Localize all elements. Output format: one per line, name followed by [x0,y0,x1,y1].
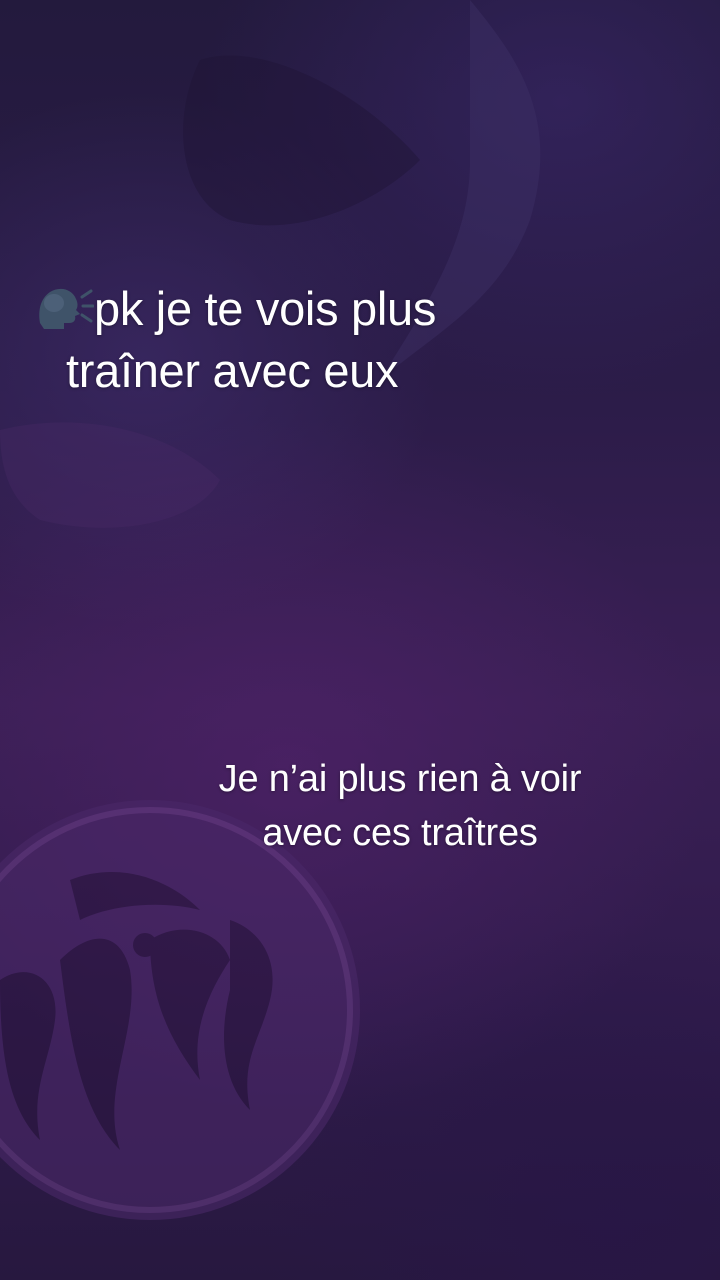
question-line-1: pk je te vois plus [94,282,437,335]
background-artwork [0,0,541,1220]
video-frame: pk je te vois plus traîner avec eux Je n… [0,0,720,1280]
speaking-head-icon [39,288,94,329]
answer-caption: Je n’ai plus rien à voir avec ces traîtr… [150,752,650,860]
answer-line-2: avec ces traîtres [262,812,538,854]
emblem-medallion [0,800,360,1220]
question-line-2: traîner avec eux [66,344,399,397]
figure-shadow [183,55,420,226]
answer-line-1: Je n’ai plus rien à voir [218,758,582,800]
question-caption: pk je te vois plus traîner avec eux [36,278,436,402]
figure-shape [0,422,220,528]
